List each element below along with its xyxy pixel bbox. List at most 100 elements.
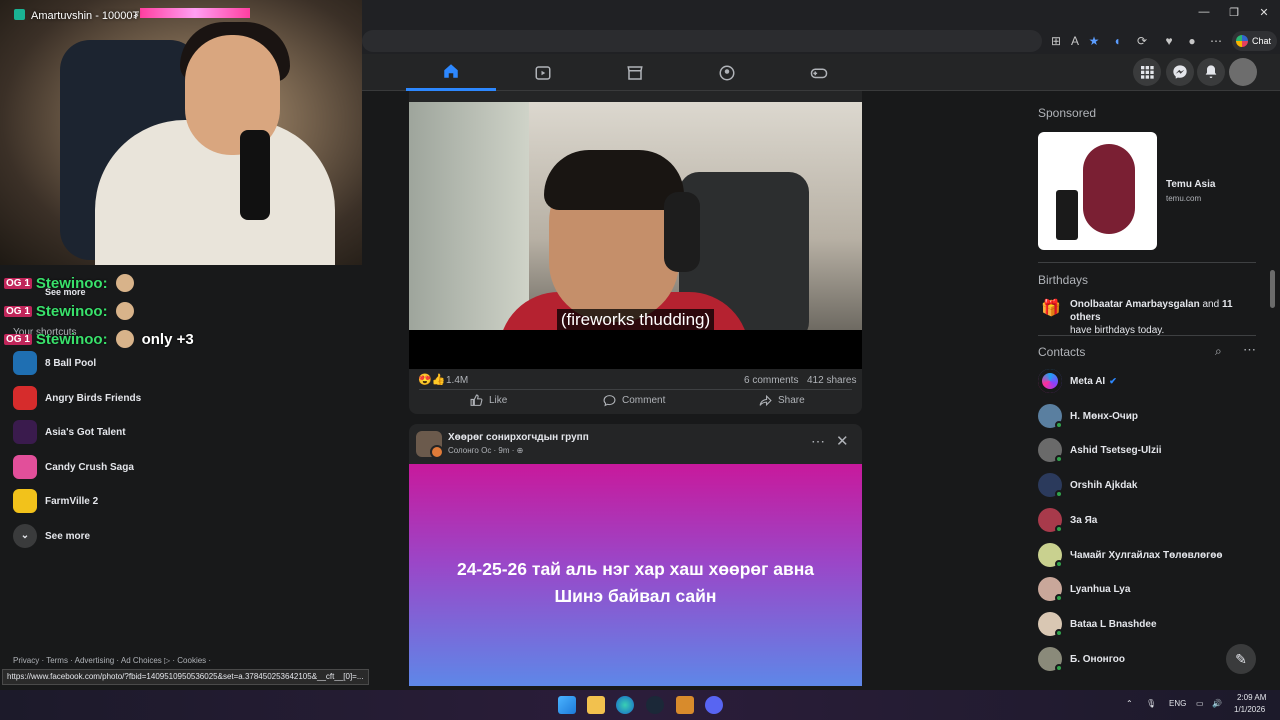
contact-item[interactable]: Б. Ононгоо	[1038, 645, 1125, 673]
contact-item[interactable]: Meta AI ✔	[1038, 367, 1117, 395]
address-bar[interactable]	[362, 30, 1042, 52]
copilot-chat-button[interactable]: Chat	[1232, 31, 1278, 51]
group-avatar[interactable]	[416, 431, 444, 459]
media-icon[interactable]: ◖	[1108, 32, 1126, 50]
page-scrollbar[interactable]	[1270, 270, 1275, 308]
more-menu-icon[interactable]: ⋯	[1207, 32, 1225, 50]
menu-button[interactable]	[1133, 58, 1161, 86]
online-indicator	[1055, 490, 1063, 498]
caption-text: (fireworks thudding)	[556, 309, 715, 330]
chat-badges: OG 1	[4, 333, 32, 345]
clock-time[interactable]: 2:09 AM	[1237, 693, 1266, 702]
post-video[interactable]	[409, 102, 862, 330]
like-button[interactable]: Like	[470, 394, 507, 407]
language-indicator[interactable]: ENG	[1169, 699, 1186, 708]
discord-icon[interactable]	[705, 696, 723, 714]
shortcut-label: Asia's Got Talent	[45, 426, 126, 438]
tab-gaming[interactable]	[774, 54, 864, 91]
profile-icon[interactable]: ●	[1183, 32, 1201, 50]
contact-name: Bataa L Bnashdee	[1070, 618, 1157, 630]
messenger-icon	[1173, 65, 1187, 79]
shortcut-item[interactable]: 8 Ball Pool	[13, 350, 96, 376]
shortcut-item[interactable]: Asia's Got Talent	[13, 419, 126, 445]
favorite-star-icon[interactable]: ★	[1085, 32, 1103, 50]
see-more-button[interactable]: ⌄ See more	[13, 523, 90, 549]
browser-essentials-icon[interactable]: ♥	[1160, 32, 1178, 50]
contact-item[interactable]: За Яа	[1038, 506, 1097, 534]
right-divider	[1038, 335, 1256, 336]
chat-message: OG 1 Stewinoo: only +3	[4, 329, 194, 349]
contact-item[interactable]: Чамайг Хулгайлах Төлөвлөгөө	[1038, 541, 1223, 569]
read-aloud-icon[interactable]: A	[1066, 32, 1084, 50]
group-name-link[interactable]: Хөөрөг сонирхогчдын групп	[448, 432, 589, 443]
birthday-name: Onolbaatar Amarbaysgalan	[1070, 299, 1200, 310]
tray-chevron-icon[interactable]: ⌃	[1126, 699, 1133, 708]
ad-name[interactable]: Temu Asia	[1166, 179, 1215, 190]
ad-image[interactable]	[1038, 132, 1157, 250]
tab-groups[interactable]	[682, 54, 772, 91]
shortcut-item[interactable]: Candy Crush Saga	[13, 454, 134, 480]
minimize-icon[interactable]: —	[1194, 6, 1214, 18]
video-letterbox	[409, 330, 862, 369]
messenger-button[interactable]	[1166, 58, 1194, 86]
comment-button[interactable]: Comment	[603, 394, 665, 407]
share-label: Share	[778, 395, 805, 406]
network-icon[interactable]: ▭	[1196, 699, 1204, 708]
tab-video[interactable]	[498, 54, 588, 91]
contact-item[interactable]: Н. Мөнх-Очир	[1038, 402, 1138, 430]
reaction-emoji-icon[interactable]: 😍👍	[418, 373, 445, 386]
online-indicator	[1055, 664, 1063, 672]
globe-icon: ⊕	[516, 446, 524, 455]
tab-marketplace[interactable]	[590, 54, 680, 91]
post-options-icon[interactable]: ⋯	[811, 433, 825, 450]
contact-item[interactable]: Bataa L Bnashdee	[1038, 610, 1157, 638]
shortcut-app-icon	[13, 386, 37, 410]
close-icon[interactable]: ✕	[836, 432, 849, 450]
volume-icon[interactable]: 🔊	[1212, 699, 1222, 708]
close-window-icon[interactable]: ✕	[1254, 6, 1274, 19]
shortcut-app-icon	[13, 489, 37, 513]
post-card-group: Хөөрөг сонирхогчдын групп Солонго Ос · 9…	[409, 424, 862, 686]
reaction-count[interactable]: 1.4M	[446, 375, 468, 386]
birthday-text[interactable]: Onolbaatar Amarbaysgalan and 11 others h…	[1070, 298, 1260, 337]
app-available-icon[interactable]: ⊞	[1047, 32, 1065, 50]
edge-browser-icon[interactable]	[616, 696, 634, 714]
shortcut-app-icon	[13, 455, 37, 479]
stream-logo-icon	[14, 9, 25, 20]
restore-icon[interactable]: ❐	[1224, 6, 1244, 19]
contact-item[interactable]: Lyanhua Lya	[1038, 575, 1130, 603]
share-button[interactable]: Share	[759, 394, 805, 407]
contact-avatar	[1038, 543, 1063, 568]
search-contacts-icon[interactable]: ⌕	[1215, 344, 1222, 359]
see-more-label: See more	[45, 530, 91, 542]
app-icon[interactable]	[676, 696, 694, 714]
tab-home[interactable]	[406, 54, 496, 91]
share-count[interactable]: 412 shares	[807, 375, 856, 386]
footer-links[interactable]: Privacy · Terms · Advertising · Ad Choic…	[13, 656, 211, 665]
share-icon	[759, 394, 772, 407]
notifications-button[interactable]	[1197, 58, 1225, 86]
windows-start-icon[interactable]	[558, 696, 576, 714]
contact-name: Meta AI	[1070, 375, 1106, 387]
steam-icon[interactable]	[646, 696, 664, 714]
ad-product-box	[1056, 190, 1078, 240]
account-avatar[interactable]	[1229, 58, 1257, 86]
extensions-icon[interactable]: ⟳	[1133, 32, 1151, 50]
contact-item[interactable]: Orshih Ajkdak	[1038, 471, 1137, 499]
contact-name: Lyanhua Lya	[1070, 583, 1131, 595]
online-indicator	[1055, 421, 1063, 429]
new-message-button[interactable]: ✎	[1226, 644, 1256, 674]
contact-item[interactable]: Ashid Tsetseg-Ulzii	[1038, 436, 1162, 464]
file-explorer-icon[interactable]	[587, 696, 605, 714]
shortcut-item[interactable]: FarmVille 2	[13, 488, 98, 514]
comment-count[interactable]: 6 comments	[744, 375, 798, 386]
chevron-down-icon: ⌄	[13, 524, 37, 548]
author-avatar[interactable]	[430, 445, 444, 459]
contacts-options-icon[interactable]: ⋯	[1243, 342, 1256, 358]
contact-avatar	[1038, 647, 1063, 672]
contact-name: Чамайг Хулгайлах Төлөвлөгөө	[1070, 549, 1223, 561]
contact-avatar	[1038, 508, 1063, 533]
microphone-tray-icon[interactable]: 🎙	[1146, 699, 1156, 708]
clock-date[interactable]: 1/1/2026	[1234, 705, 1265, 714]
shortcut-item[interactable]: Angry Birds Friends	[13, 385, 141, 411]
